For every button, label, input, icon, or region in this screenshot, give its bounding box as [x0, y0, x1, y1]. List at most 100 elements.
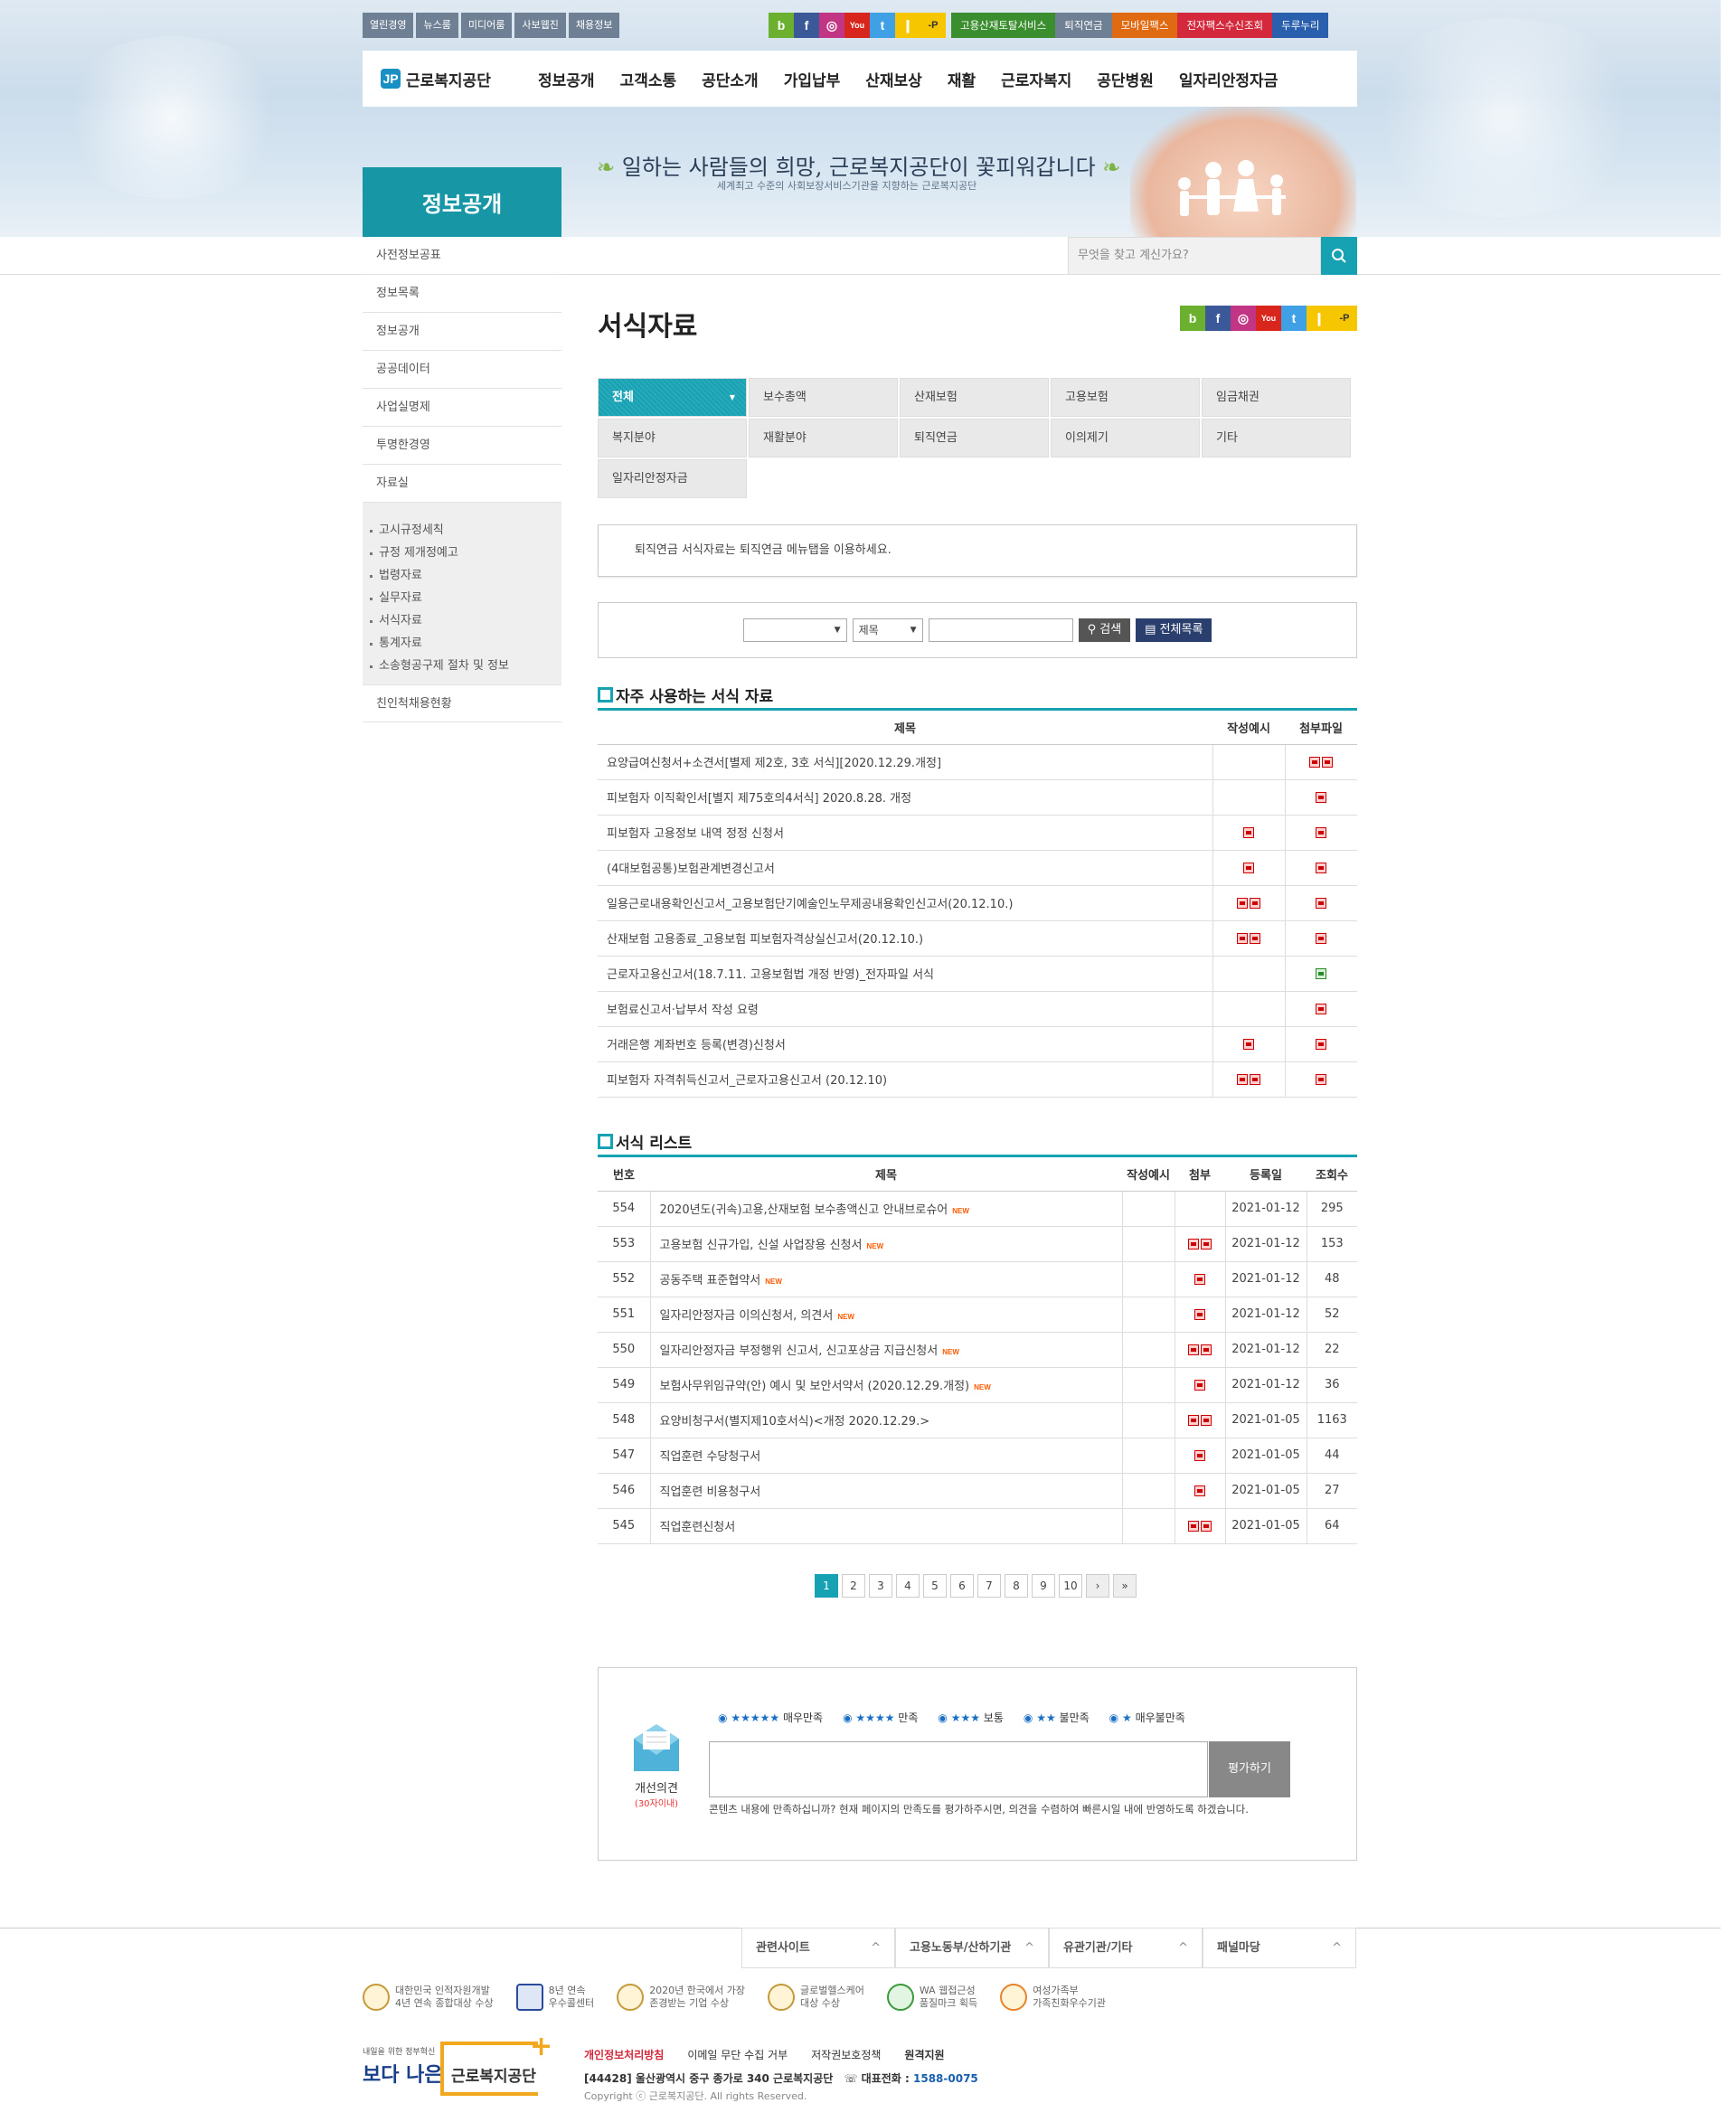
email-policy-link[interactable]: 이메일 무단 수집 거부: [687, 2047, 788, 2062]
row-title-link[interactable]: 거래은행 계좌번호 등록(변경)신청서: [598, 1026, 1212, 1062]
row-title-link[interactable]: 직업훈련신청서: [649, 1508, 1122, 1544]
category-tab[interactable]: 복지분야: [598, 419, 747, 457]
category-tab[interactable]: 임금채권: [1202, 378, 1351, 417]
row-title-link[interactable]: 피보험자 고용정보 내역 정정 신청서: [598, 815, 1212, 851]
gnb-item-info[interactable]: 정보공개: [538, 68, 595, 90]
page-link[interactable]: 9: [1032, 1574, 1055, 1598]
example-file-cell[interactable]: [1121, 1297, 1175, 1333]
row-title-link[interactable]: 직업훈련 수당청구서: [649, 1438, 1122, 1474]
category-tab[interactable]: 재활분야: [749, 419, 898, 457]
rating-option[interactable]: ◉ ★★★★★ 매우만족: [718, 1710, 823, 1725]
service-link-pension[interactable]: 퇴직연금: [1055, 13, 1112, 38]
kakao-plus-icon[interactable]: -P: [920, 13, 946, 38]
lnb-sub-item[interactable]: 규정 제개정예고: [363, 542, 561, 564]
site-logo[interactable]: JP 근로복지공단: [381, 68, 525, 90]
category-tab-all[interactable]: 전체 ▼: [598, 378, 747, 417]
rating-option[interactable]: ◉ ★ 매우불만족: [1109, 1710, 1185, 1725]
attach-file-cell[interactable]: [1174, 1367, 1225, 1403]
example-file-cell[interactable]: [1212, 956, 1285, 992]
attach-file-cell[interactable]: [1284, 1026, 1357, 1062]
page-link[interactable]: 10: [1059, 1574, 1082, 1598]
attach-file-cell[interactable]: [1174, 1297, 1225, 1333]
category-tab[interactable]: 고용보험: [1051, 378, 1200, 417]
youtube-icon[interactable]: You: [844, 13, 870, 38]
lnb-item[interactable]: 투명한경영: [363, 427, 561, 465]
lnb-sub-item[interactable]: 실무자료: [363, 587, 561, 609]
util-link[interactable]: 채용정보: [568, 13, 620, 38]
example-file-cell[interactable]: [1121, 1226, 1175, 1262]
category-tab[interactable]: 퇴직연금: [900, 419, 1049, 457]
rating-option[interactable]: ◉ ★★★ 보통: [938, 1710, 1004, 1725]
lnb-item[interactable]: 공공데이터: [363, 351, 561, 389]
attach-file-cell[interactable]: [1174, 1332, 1225, 1368]
attach-file-cell[interactable]: [1174, 1508, 1225, 1544]
ministry-sites-dropdown[interactable]: 고용노동부/산하기관: [895, 1928, 1049, 1968]
service-link-efax[interactable]: 전자팩스수신조회: [1177, 13, 1273, 38]
lnb-item[interactable]: 사업실명제: [363, 389, 561, 427]
category-select[interactable]: ▼: [742, 618, 847, 642]
util-link[interactable]: 미디어룸: [460, 13, 513, 38]
category-tab[interactable]: 산재보험: [900, 378, 1049, 417]
category-tab[interactable]: 기타: [1202, 419, 1351, 457]
gnb-item-customer[interactable]: 고객소통: [620, 68, 677, 90]
search-button[interactable]: [1321, 237, 1357, 275]
attach-file-cell[interactable]: [1284, 885, 1357, 921]
remote-support-link[interactable]: 원격지원: [904, 2047, 944, 2062]
lnb-sub-item[interactable]: 통계자료: [363, 632, 561, 655]
example-file-cell[interactable]: [1121, 1402, 1175, 1438]
category-tab[interactable]: 이의제기: [1051, 419, 1200, 457]
page-link[interactable]: 3: [869, 1574, 892, 1598]
row-title-link[interactable]: 피보험자 자격취득신고서_근로자고용신고서 (20.12.10): [598, 1061, 1212, 1098]
row-title-link[interactable]: 산재보험 고용종료_고용보험 피보험자격상실신고서(20.12.10.): [598, 920, 1212, 957]
lnb-sub-item[interactable]: 법령자료: [363, 564, 561, 587]
panel-dropdown[interactable]: 패널마당: [1203, 1928, 1356, 1968]
lnb-item[interactable]: 사전정보공표: [363, 237, 561, 275]
row-title-link[interactable]: 보험사무위임규약(안) 예시 및 보안서약서 (2020.12.29.개정) NE…: [649, 1367, 1122, 1403]
attach-file-cell[interactable]: [1284, 744, 1357, 780]
page-link[interactable]: 2: [842, 1574, 865, 1598]
row-title-link[interactable]: 일자리안정자금 이의신청서, 의견서 NEW: [649, 1297, 1122, 1333]
attach-file-cell[interactable]: [1174, 1402, 1225, 1438]
feedback-textarea[interactable]: [709, 1741, 1208, 1797]
twitter-icon[interactable]: t: [1281, 306, 1307, 331]
attach-file-cell[interactable]: [1174, 1438, 1225, 1474]
example-file-cell[interactable]: [1121, 1473, 1175, 1509]
attach-file-cell[interactable]: [1284, 779, 1357, 816]
blog-icon[interactable]: b: [769, 13, 794, 38]
field-select[interactable]: 제목 ▼: [852, 618, 923, 642]
kakao-plus-icon[interactable]: -P: [1332, 306, 1357, 331]
example-file-cell[interactable]: [1212, 815, 1285, 851]
attach-file-cell[interactable]: [1174, 1191, 1225, 1227]
page-link[interactable]: 7: [977, 1574, 1001, 1598]
gnb-item-hospital[interactable]: 공단병원: [1097, 68, 1154, 90]
util-link[interactable]: 뉴스룸: [416, 13, 458, 38]
attach-file-cell[interactable]: [1284, 956, 1357, 992]
attach-file-cell[interactable]: [1284, 815, 1357, 851]
submit-rating-button[interactable]: 평가하기: [1209, 1741, 1290, 1797]
row-title-link[interactable]: 직업훈련 비용청구서: [649, 1473, 1122, 1509]
instagram-icon[interactable]: ◎: [1231, 306, 1256, 331]
example-file-cell[interactable]: [1121, 1508, 1175, 1544]
example-file-cell[interactable]: [1212, 744, 1285, 780]
example-file-cell[interactable]: [1121, 1332, 1175, 1368]
category-tab[interactable]: 일자리안정자금: [598, 459, 747, 498]
affiliated-sites-dropdown[interactable]: 유관기관/기타: [1049, 1928, 1203, 1968]
page-link[interactable]: 4: [896, 1574, 920, 1598]
lnb-item[interactable]: 친인척채용현황: [363, 684, 561, 722]
lnb-item[interactable]: 정보목록: [363, 275, 561, 313]
page-link-current[interactable]: 1: [815, 1574, 838, 1598]
row-title-link[interactable]: 일용근로내용확인신고서_고용보험단기예술인노무제공내용확인신고서(20.12.1…: [598, 885, 1212, 921]
example-file-cell[interactable]: [1121, 1191, 1175, 1227]
attach-file-cell[interactable]: [1284, 991, 1357, 1027]
util-link[interactable]: 사보웹진: [514, 13, 566, 38]
example-file-cell[interactable]: [1121, 1438, 1175, 1474]
page-link[interactable]: 6: [950, 1574, 974, 1598]
lnb-sub-item[interactable]: 고시규정세칙: [363, 519, 561, 542]
service-link-mobilefax[interactable]: 모바일팩스: [1111, 13, 1178, 38]
blog-icon[interactable]: b: [1180, 306, 1205, 331]
last-page-icon[interactable]: »: [1113, 1574, 1137, 1598]
page-link[interactable]: 5: [923, 1574, 947, 1598]
example-file-cell[interactable]: [1121, 1261, 1175, 1297]
gnb-item-compensation[interactable]: 산재보상: [865, 68, 922, 90]
example-file-cell[interactable]: [1212, 991, 1285, 1027]
